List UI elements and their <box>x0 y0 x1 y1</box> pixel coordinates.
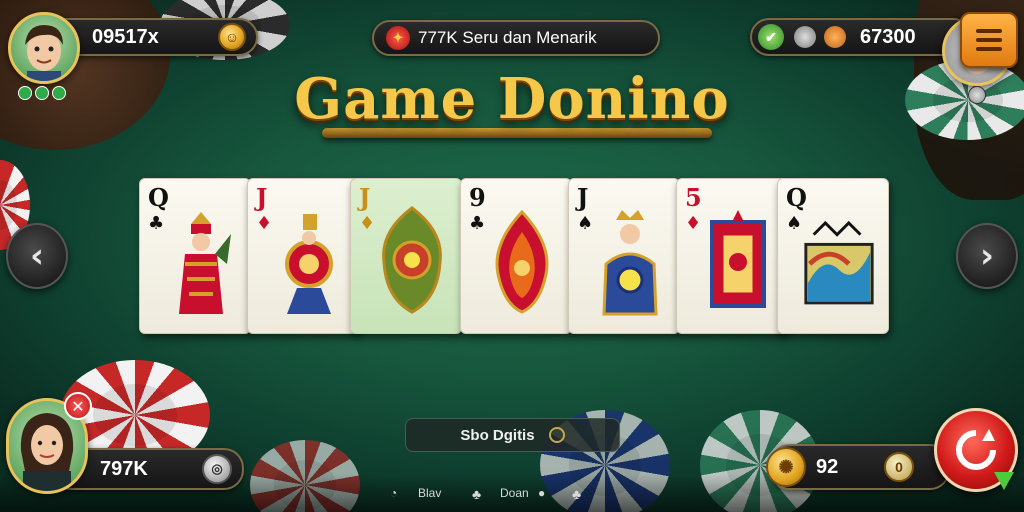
status-pill[interactable]: Sbo Dgitis <box>405 418 620 452</box>
refresh-icon <box>956 429 996 470</box>
card-suit-icon: ♠ <box>577 213 594 234</box>
card-rank: 5 <box>685 183 702 212</box>
playing-card[interactable]: J ♦ <box>350 178 462 334</box>
player-balance-value: 797K <box>100 457 148 480</box>
card-rank: Q <box>786 183 807 212</box>
card-rank: 9 <box>469 183 486 212</box>
playing-card[interactable]: Q ♣ <box>139 178 251 334</box>
card-art <box>591 201 669 319</box>
card-suit-icon: ♣ <box>469 213 486 234</box>
playing-card[interactable]: J ♠ <box>568 178 680 334</box>
card-art <box>373 201 451 319</box>
playing-card[interactable]: 9 ♣ <box>460 178 572 334</box>
playing-card[interactable]: J ♦ <box>247 178 359 334</box>
token-icon[interactable]: 0 <box>884 452 914 482</box>
playing-card[interactable]: Q ♠ <box>777 178 889 334</box>
card-suit-icon: ♣ <box>148 213 165 234</box>
club-icon[interactable]: ♣ <box>572 486 581 502</box>
card-suit-icon: ♠ <box>786 213 803 234</box>
silver-coin-icon[interactable]: ◎ <box>202 454 232 484</box>
card-art <box>162 201 240 319</box>
info-circle-icon[interactable]: ◔ <box>390 486 397 500</box>
down-arrow-icon <box>994 472 1014 490</box>
game-table: 09517x ☺ ✦ 777K Seru dan Menarik ✔ 67300 <box>0 0 1024 512</box>
card-rank: Q <box>148 183 169 212</box>
card-suit-icon: ♦ <box>359 213 376 234</box>
info-icon <box>548 427 565 443</box>
card-rank: J <box>359 183 371 212</box>
club-icon[interactable]: ♣ <box>472 486 481 502</box>
close-icon[interactable]: ✕ <box>64 392 92 420</box>
status-label: Sbo Dgitis <box>460 426 535 444</box>
card-rank: J <box>256 183 268 212</box>
card-suit-icon: ♦ <box>685 213 702 234</box>
bet-panel: ✺ 92 0 <box>766 444 950 490</box>
gold-coin-icon[interactable]: ✺ <box>766 447 806 487</box>
card-art <box>699 201 777 319</box>
bottom-item-2[interactable]: Doan <box>500 486 529 500</box>
card-rank: J <box>577 183 589 212</box>
bottom-item-1[interactable]: Blav <box>418 486 441 500</box>
dot-icon: ● <box>538 486 546 500</box>
playing-card[interactable]: 5 ♦ <box>676 178 788 334</box>
card-art <box>800 201 878 319</box>
card-art <box>483 201 561 319</box>
card-suit-icon: ♦ <box>256 213 273 234</box>
bet-value: 92 <box>816 455 839 478</box>
card-art <box>270 201 348 319</box>
